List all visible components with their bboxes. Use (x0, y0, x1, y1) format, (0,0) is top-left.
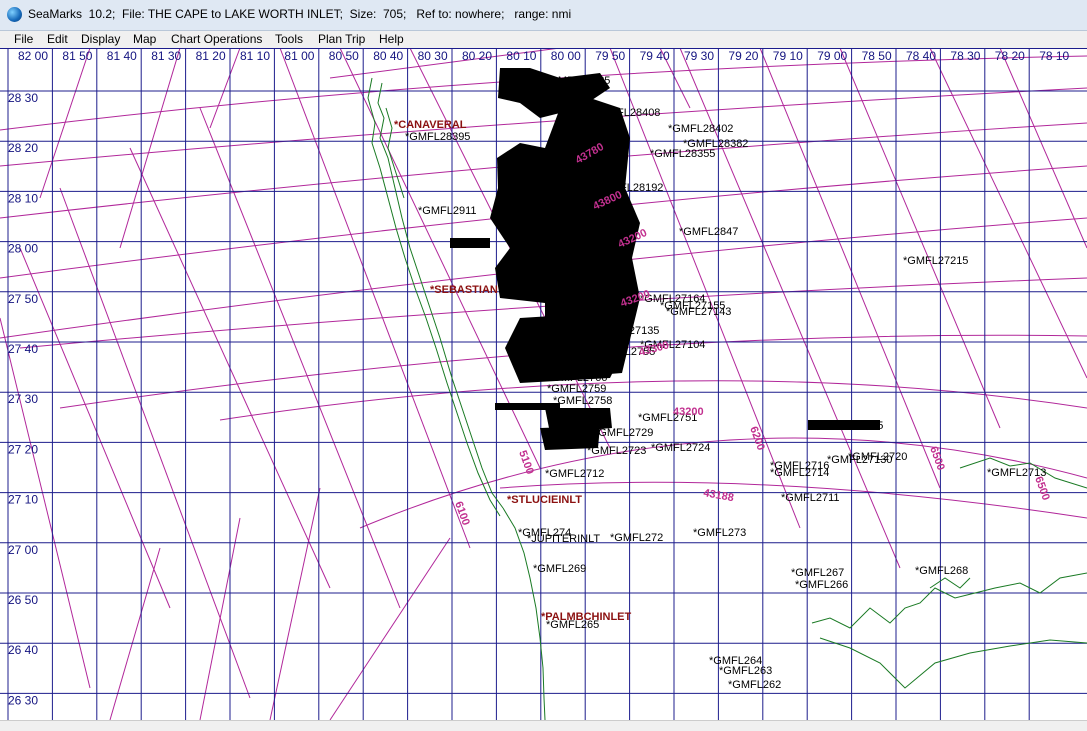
window-title: SeaMarks 10.2; File: THE CAPE to LAKE WO… (28, 7, 572, 21)
menu-help[interactable]: Help (379, 32, 404, 46)
title-bar: SeaMarks 10.2; File: THE CAPE to LAKE WO… (0, 0, 1087, 31)
menu-tools[interactable]: Tools (275, 32, 303, 46)
longitude-label: 80 00 (551, 49, 581, 63)
waypoint-label[interactable]: *GMFL2723 (587, 445, 646, 457)
longitude-label: 78 30 (950, 49, 980, 63)
longitude-label: 79 20 (728, 49, 758, 63)
waypoint-label[interactable]: *GMFL2759 (547, 383, 606, 395)
latitude-label: 26 40 (8, 643, 38, 657)
place-label[interactable]: *SEBASTIAN (430, 284, 498, 296)
latitude-label: 27 40 (8, 342, 38, 356)
menu-map[interactable]: Map (133, 32, 156, 46)
longitude-label: 81 30 (151, 49, 181, 63)
loran-label: 6500 (1032, 475, 1052, 502)
waypoint-label[interactable]: *GMFL27135 (594, 325, 659, 337)
waypoint-label[interactable]: *GMFL2714 (770, 467, 829, 479)
longitude-label: 80 10 (506, 49, 536, 63)
place-label[interactable]: *CANAVERAL (394, 119, 467, 131)
waypoint-label[interactable]: *GMFL262 (728, 679, 781, 691)
waypoint-label[interactable]: *GMFL2712 (545, 468, 604, 480)
waypoint-label[interactable]: *GMFL28192 (598, 182, 663, 194)
longitude-label: 79 40 (640, 49, 670, 63)
waypoint-label[interactable]: *JUPITERINLT (527, 533, 600, 545)
waypoint-label[interactable]: *GMFL265 (546, 619, 599, 631)
waypoint-label[interactable]: *GMFL2729 (594, 427, 653, 439)
nautical-chart[interactable]: 82 00 81 50 81 40 81 30 81 20 81 10 81 00 80 50… (0, 47, 1087, 721)
waypoint-label[interactable]: *GMFL2766 (548, 372, 607, 384)
latitude-label: 27 20 (8, 442, 38, 456)
longitude-label: 80 20 (462, 49, 492, 63)
latitude-label: 26 50 (8, 593, 38, 607)
longitude-label: 81 00 (284, 49, 314, 63)
latitude-label: 28 20 (8, 141, 38, 155)
longitude-label: 79 10 (773, 49, 803, 63)
loran-label: 43200 (673, 406, 704, 418)
latitude-label: 27 30 (8, 392, 38, 406)
loran-label: 6100 (452, 500, 472, 527)
longitude-label: 79 50 (595, 49, 625, 63)
menu-bar: File Edit Display Map Chart Operations T… (0, 31, 1087, 49)
waypoint-label[interactable]: *GMFL2735 (824, 420, 883, 432)
waypoint-label[interactable]: *GMFL28355 (650, 148, 715, 160)
latitude-label: 27 00 (8, 543, 38, 557)
waypoint-label[interactable]: *GMFL27215 (903, 255, 968, 267)
waypoint-label[interactable]: *GMFL28425 (545, 75, 610, 87)
latitude-label: 27 10 (8, 493, 38, 507)
waypoint-label[interactable]: *GMFL28395 (405, 131, 470, 143)
longitude-label: 80 30 (418, 49, 448, 63)
longitude-label: 78 50 (862, 49, 892, 63)
waypoint-label[interactable]: *GMFL2758 (553, 395, 612, 407)
waypoint-label[interactable]: *GMFL2911 (418, 205, 477, 217)
status-bar (0, 720, 1087, 731)
latitude-label: 28 10 (8, 191, 38, 205)
waypoint-label[interactable]: *GMFL266 (795, 579, 848, 591)
latitude-label: 28 30 (8, 91, 38, 105)
waypoint-label[interactable]: *GMFL267 (791, 567, 844, 579)
waypoint-label[interactable]: *GMFL2720 (848, 451, 907, 463)
longitude-label: 81 20 (196, 49, 226, 63)
waypoint-label[interactable]: *GMFL263 (719, 665, 772, 677)
waypoint-label[interactable]: *GMFL28408 (595, 107, 660, 119)
menu-plan-trip[interactable]: Plan Trip (318, 32, 365, 46)
menu-edit[interactable]: Edit (47, 32, 68, 46)
longitude-label: 82 00 (18, 49, 48, 63)
waypoint-label[interactable]: *GMFL272 (610, 532, 663, 544)
longitude-label: 78 20 (995, 49, 1025, 63)
waypoint-label[interactable]: *GMFL2711 (781, 492, 840, 504)
latitude-label: 26 30 (8, 693, 38, 707)
longitude-label: 78 40 (906, 49, 936, 63)
globe-icon (7, 7, 22, 22)
waypoint-label[interactable]: *GMFL269 (533, 563, 586, 575)
menu-display[interactable]: Display (81, 32, 120, 46)
longitude-label: 81 10 (240, 49, 270, 63)
longitude-label: 80 40 (373, 49, 403, 63)
place-label[interactable]: *STLUCIEINLT (507, 494, 582, 506)
waypoint-label[interactable]: *GMFL27143 (666, 306, 731, 318)
waypoint-label[interactable]: *GMFL2724 (651, 442, 710, 454)
longitude-label: 79 30 (684, 49, 714, 63)
longitude-label: 80 50 (329, 49, 359, 63)
waypoint-label[interactable]: *GMFL2847 (679, 226, 738, 238)
waypoint-label[interactable]: *GMFL268 (915, 565, 968, 577)
menu-file[interactable]: File (14, 32, 33, 46)
menu-chart-operations[interactable]: Chart Operations (171, 32, 262, 46)
longitude-label: 79 00 (817, 49, 847, 63)
latitude-label: 28 00 (8, 242, 38, 256)
loran-label: 43188 (702, 487, 734, 504)
longitude-label: 78 10 (1039, 49, 1069, 63)
longitude-label: 81 50 (62, 49, 92, 63)
chart-area[interactable]: 82 00 81 50 81 40 81 30 81 20 81 10 81 00 80 50… (0, 47, 1087, 721)
waypoint-label[interactable]: *GMFL28402 (668, 123, 733, 135)
longitude-label: 81 40 (107, 49, 137, 63)
loran-label: 6500 (927, 445, 947, 472)
waypoint-label[interactable]: *GMFL273 (693, 527, 746, 539)
latitude-label: 27 50 (8, 292, 38, 306)
